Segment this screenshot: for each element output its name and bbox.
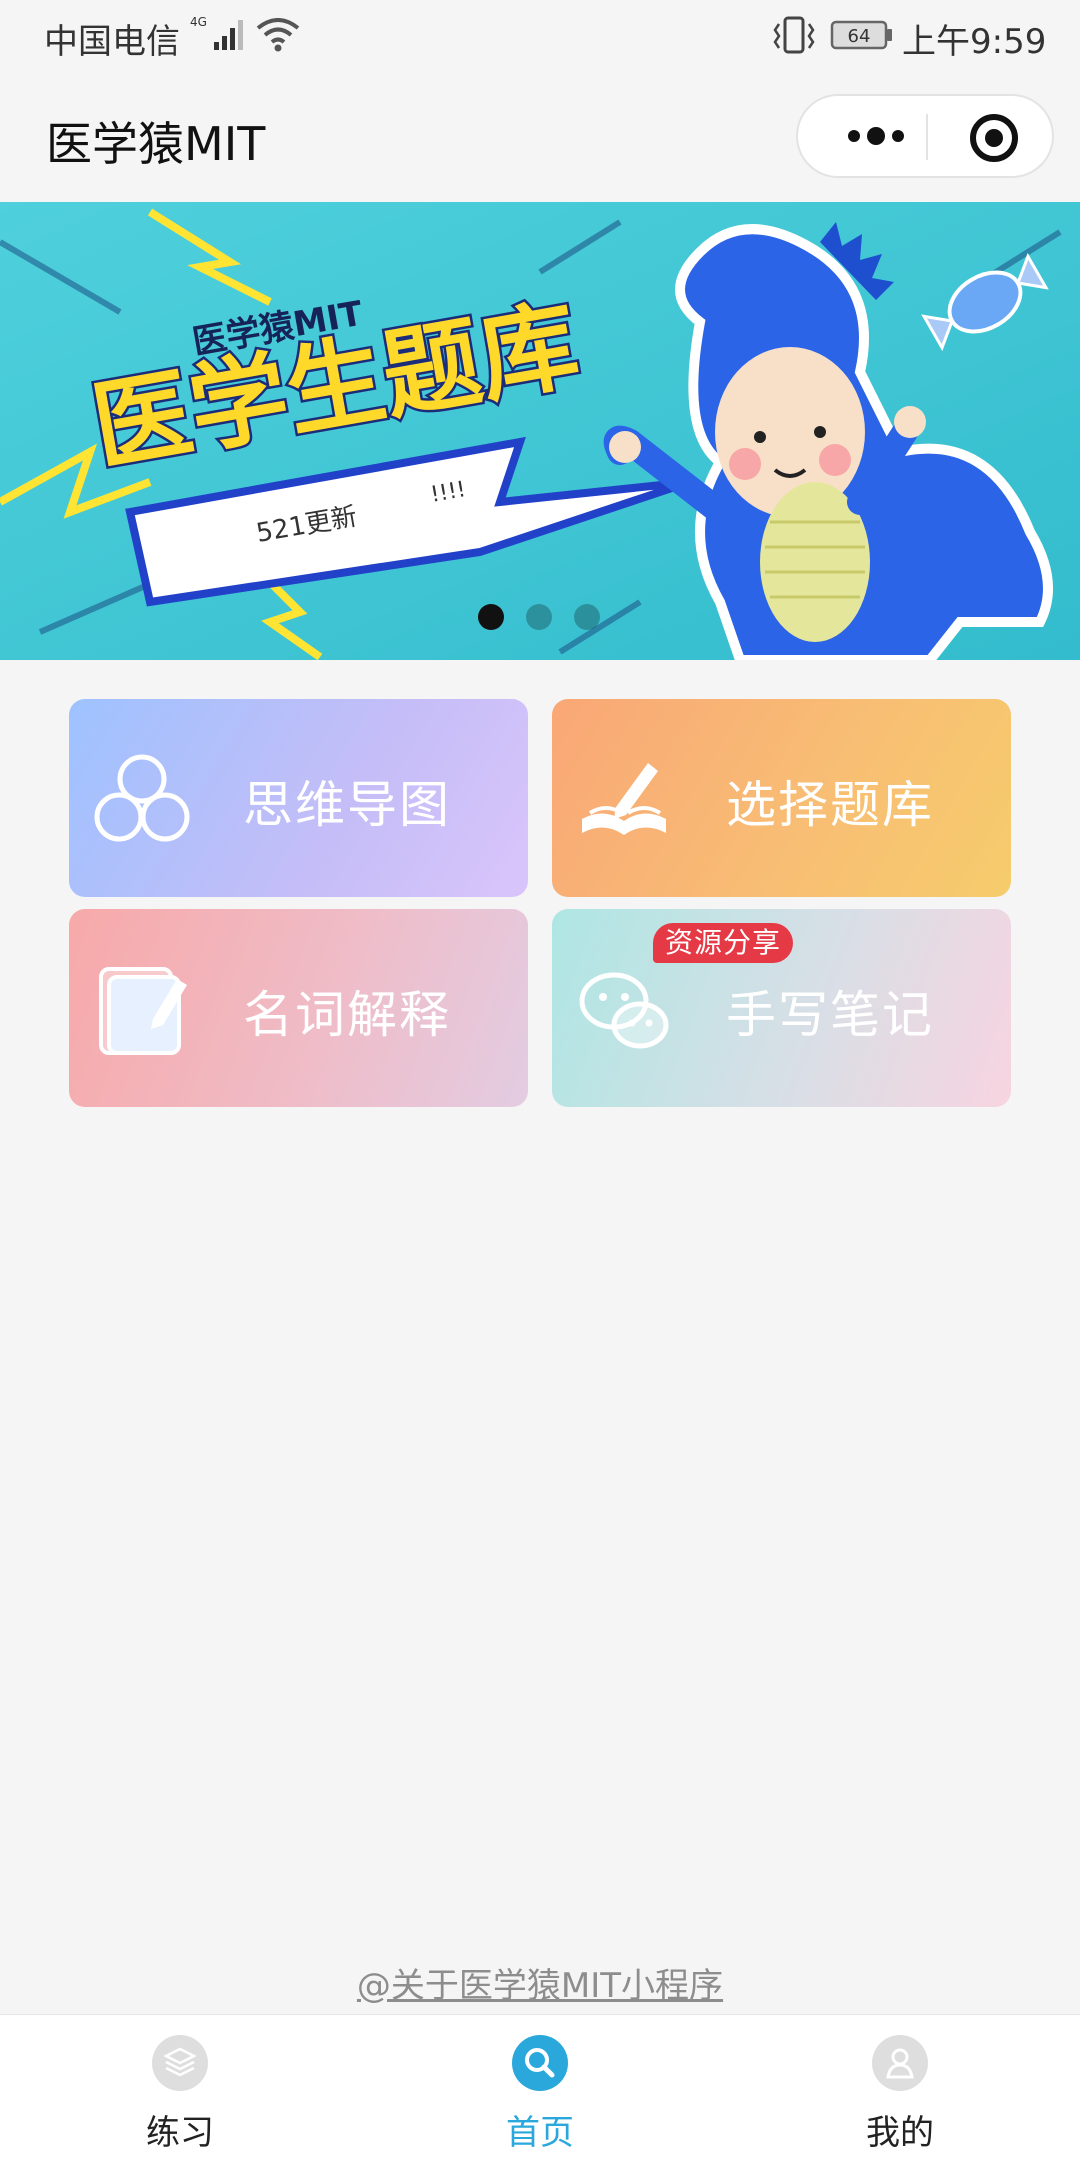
banner-carousel[interactable]: 医学猿MIT 医学生题库 521更新 !!!! <box>0 202 1080 660</box>
notepad-pen-icon <box>93 959 191 1057</box>
svg-text:4G: 4G <box>190 15 207 29</box>
tile-label: 选择题库 <box>726 776 934 834</box>
mind-map-icon <box>93 749 191 847</box>
tab-label: 我的 <box>866 2113 934 2153</box>
book-pen-icon <box>576 749 674 847</box>
capsule-divider <box>926 114 928 160</box>
tab-profile[interactable]: 我的 <box>800 2015 1000 2161</box>
signal-icon: 4G <box>188 14 250 58</box>
resource-share-badge: 资源分享 <box>653 923 794 963</box>
banner-image: 医学猿MIT 医学生题库 521更新 !!!! <box>0 202 1080 660</box>
tile-glossary[interactable]: 名词解释 <box>69 909 528 1107</box>
tile-mind-map[interactable]: 思维导图 <box>69 699 528 897</box>
carousel-dot-2[interactable] <box>526 604 552 630</box>
carrier-label: 中国电信 <box>44 22 180 62</box>
layers-icon <box>152 2035 208 2091</box>
tab-bar: 练习 首页 我的 <box>0 2014 1080 2161</box>
status-bar: 中国电信 4G 64 上午9:59 <box>0 0 1080 72</box>
tile-label: 名词解释 <box>243 986 451 1044</box>
page-title: 医学猿MIT <box>46 117 266 171</box>
clock: 上午9:59 <box>902 22 1047 62</box>
tile-label: 思维导图 <box>243 776 451 834</box>
battery-icon: 64 <box>830 18 894 56</box>
wechat-icon <box>576 959 674 1057</box>
tab-home[interactable]: 首页 <box>440 2015 640 2161</box>
carousel-dot-1[interactable] <box>478 604 504 630</box>
tile-question-bank[interactable]: 选择题库 <box>552 699 1011 897</box>
carousel-dot-3[interactable] <box>574 604 600 630</box>
tab-practice[interactable]: 练习 <box>80 2015 280 2161</box>
close-target-icon[interactable] <box>968 112 1020 164</box>
wifi-icon <box>256 18 300 56</box>
vibrate-icon <box>772 16 816 58</box>
nav-bar: 医学猿MIT <box>0 72 1080 202</box>
user-icon <box>872 2035 928 2091</box>
tab-label: 练习 <box>146 2113 214 2153</box>
search-icon <box>512 2035 568 2091</box>
tile-label: 手写笔记 <box>726 986 934 1044</box>
battery-level: 64 <box>848 26 871 47</box>
about-link[interactable]: @关于医学猿MIT小程序 <box>0 1958 1080 2007</box>
carousel-indicator <box>478 604 600 630</box>
tab-label: 首页 <box>506 2113 574 2153</box>
mini-program-capsule <box>796 94 1054 178</box>
